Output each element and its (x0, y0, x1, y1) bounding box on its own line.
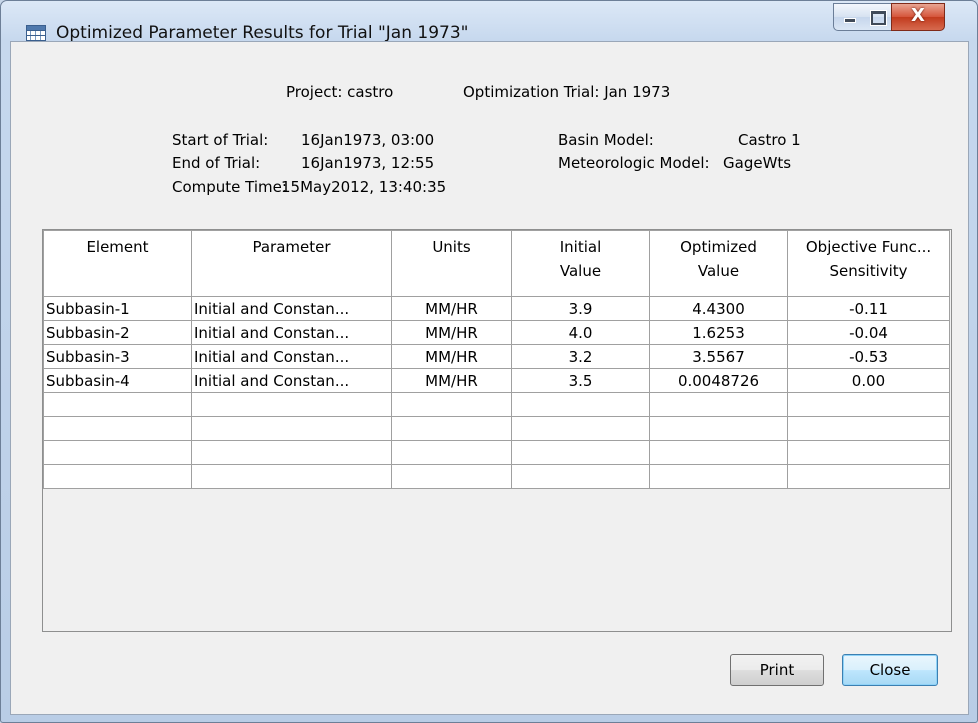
cell-sensitivity: 0.00 (787, 368, 950, 393)
table-row[interactable]: Subbasin-3 Initial and Constan... MM/HR … (43, 344, 950, 369)
column-header-units[interactable]: Units (391, 230, 512, 297)
results-table-container[interactable]: Element Parameter Units Initial Value Opt… (42, 229, 952, 632)
table-icon (26, 25, 46, 41)
column-header-parameter[interactable]: Parameter (191, 230, 392, 297)
trial-label: Optimization Trial: Jan 1973 (463, 83, 671, 101)
compute-value: 15May2012, 13:40:35 (281, 178, 447, 196)
met-label: Meteorologic Model: (558, 154, 710, 172)
results-table: Element Parameter Units Initial Value Opt… (43, 230, 950, 489)
cell-sensitivity: -0.53 (787, 344, 950, 369)
empty-table-row[interactable] (43, 440, 950, 465)
table-row[interactable]: Subbasin-1 Initial and Constan... MM/HR … (43, 296, 950, 321)
cell-parameter: Initial and Constan... (191, 320, 392, 345)
cell-initial-value: 4.0 (511, 320, 650, 345)
basin-value: Castro 1 (738, 131, 801, 149)
column-header-optimized-value[interactable]: Optimized Value (649, 230, 788, 297)
cell-element: Subbasin-1 (43, 296, 192, 321)
met-value: GageWts (723, 154, 792, 172)
project-label: Project: castro (286, 83, 394, 101)
start-value: 16Jan1973, 03:00 (301, 131, 435, 149)
cell-element: Subbasin-3 (43, 344, 192, 369)
cell-initial-value: 3.5 (511, 368, 650, 393)
title-bar[interactable]: Optimized Parameter Results for Trial "J… (1, 1, 977, 43)
minimize-button[interactable] (833, 3, 863, 31)
cell-sensitivity: -0.11 (787, 296, 950, 321)
empty-table-row[interactable] (43, 464, 950, 489)
maximize-button[interactable] (862, 3, 892, 31)
cell-sensitivity: -0.04 (787, 320, 950, 345)
start-label: Start of Trial: (172, 131, 269, 149)
table-row[interactable]: Subbasin-4 Initial and Constan... MM/HR … (43, 368, 950, 393)
cell-parameter: Initial and Constan... (191, 344, 392, 369)
close-window-button[interactable]: X (891, 3, 945, 31)
cell-element: Subbasin-2 (43, 320, 192, 345)
cell-optimized-value: 0.0048726 (649, 368, 788, 393)
cell-parameter: Initial and Constan... (191, 368, 392, 393)
column-header-element[interactable]: Element (43, 230, 192, 297)
column-header-initial-value[interactable]: Initial Value (511, 230, 650, 297)
window-title: Optimized Parameter Results for Trial "J… (56, 23, 469, 43)
column-header-sensitivity[interactable]: Objective Func... Sensitivity (787, 230, 950, 297)
cell-optimized-value: 1.6253 (649, 320, 788, 345)
cell-parameter: Initial and Constan... (191, 296, 392, 321)
cell-units: MM/HR (391, 320, 512, 345)
cell-optimized-value: 3.5567 (649, 344, 788, 369)
cell-initial-value: 3.2 (511, 344, 650, 369)
dialog-body: Project: castro Optimization Trial: Jan … (10, 41, 969, 715)
cell-optimized-value: 4.4300 (649, 296, 788, 321)
cell-units: MM/HR (391, 296, 512, 321)
cell-element: Subbasin-4 (43, 368, 192, 393)
dialog-window: Optimized Parameter Results for Trial "J… (0, 0, 978, 723)
cell-units: MM/HR (391, 368, 512, 393)
close-button[interactable]: Close (842, 654, 938, 686)
close-icon: X (911, 5, 925, 26)
empty-table-row[interactable] (43, 416, 950, 441)
table-row[interactable]: Subbasin-2 Initial and Constan... MM/HR … (43, 320, 950, 345)
cell-initial-value: 3.9 (511, 296, 650, 321)
end-value: 16Jan1973, 12:55 (301, 154, 435, 172)
end-label: End of Trial: (172, 154, 261, 172)
empty-table-row[interactable] (43, 392, 950, 417)
compute-label: Compute Time: (172, 178, 287, 196)
print-button[interactable]: Print (730, 654, 824, 686)
basin-label: Basin Model: (558, 131, 654, 149)
cell-units: MM/HR (391, 344, 512, 369)
table-header-row: Element Parameter Units Initial Value Opt… (43, 230, 950, 297)
